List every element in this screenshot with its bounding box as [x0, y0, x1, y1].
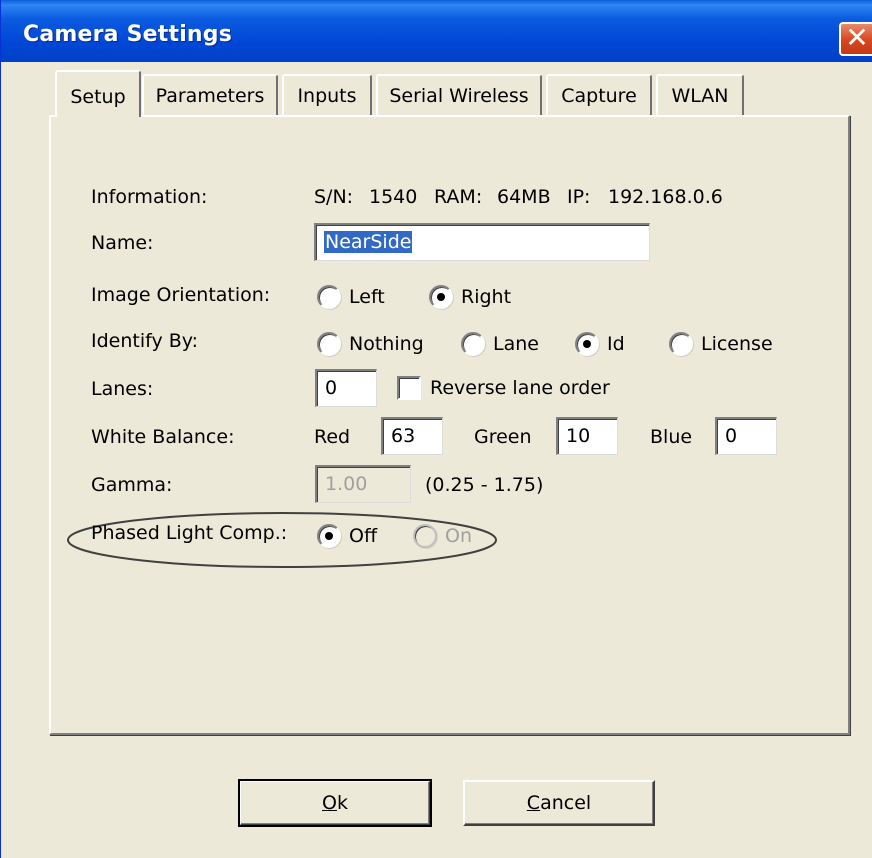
- phased-light-off-label[interactable]: Off: [349, 525, 377, 547]
- identify-lane-radio[interactable]: [461, 332, 485, 356]
- close-button[interactable]: ✕: [839, 22, 872, 56]
- gamma-input-value: 1.00: [325, 473, 368, 495]
- tab-label: Serial Wireless: [389, 85, 529, 107]
- ram-value: 64MB: [497, 186, 551, 208]
- green-label: Green: [474, 426, 532, 448]
- tab-label: Capture: [561, 85, 637, 107]
- lanes-input[interactable]: 0: [315, 369, 377, 407]
- identify-id-radio[interactable]: [575, 332, 599, 356]
- gamma-label: Gamma:: [91, 474, 173, 496]
- orientation-right-label[interactable]: Right: [461, 286, 511, 308]
- name-label: Name:: [91, 232, 154, 254]
- tab-inputs[interactable]: Inputs: [282, 74, 372, 117]
- cancel-button[interactable]: Cancel: [463, 780, 655, 826]
- ram-label: RAM:: [434, 186, 483, 208]
- lanes-input-value: 0: [325, 377, 338, 399]
- phased-light-on-radio: [413, 524, 437, 548]
- lanes-label: Lanes:: [91, 378, 154, 400]
- window-title: Camera Settings: [23, 22, 233, 47]
- orientation-left-label[interactable]: Left: [349, 286, 385, 308]
- green-input[interactable]: 10: [556, 417, 618, 455]
- phased-light-on-label: On: [445, 525, 472, 547]
- reverse-lane-order-label[interactable]: Reverse lane order: [430, 377, 610, 399]
- identify-nothing-radio[interactable]: [317, 332, 341, 356]
- tab-wlan[interactable]: WLAN: [656, 74, 744, 117]
- ok-button-label: Ok: [322, 792, 348, 814]
- camera-settings-dialog: Camera Settings ✕ Setup Parameters Input…: [0, 0, 872, 858]
- gamma-range-label: (0.25 - 1.75): [425, 474, 544, 496]
- tab-label: Inputs: [297, 85, 357, 107]
- tab-serial-wireless[interactable]: Serial Wireless: [376, 74, 542, 117]
- tab-capture[interactable]: Capture: [546, 74, 652, 117]
- red-input-value: 63: [391, 425, 416, 447]
- information-label: Information:: [91, 186, 208, 208]
- red-input[interactable]: 63: [381, 417, 443, 455]
- phased-light-off-radio[interactable]: [317, 524, 341, 548]
- phased-light-comp-label: Phased Light Comp.:: [91, 522, 288, 544]
- white-balance-label: White Balance:: [91, 426, 235, 448]
- red-label: Red: [314, 426, 351, 448]
- identify-nothing-label[interactable]: Nothing: [349, 333, 424, 355]
- tab-label: Setup: [70, 86, 126, 108]
- blue-input[interactable]: 0: [715, 417, 777, 455]
- blue-label: Blue: [650, 426, 693, 448]
- tab-label: WLAN: [671, 85, 729, 107]
- ip-value: 192.168.0.6: [608, 186, 723, 208]
- ok-button[interactable]: Ok: [238, 779, 432, 827]
- orientation-left-radio[interactable]: [317, 285, 341, 309]
- identify-id-label[interactable]: Id: [607, 333, 625, 355]
- title-bar[interactable]: Camera Settings ✕: [1, 0, 872, 62]
- name-input-value: NearSide: [324, 231, 413, 253]
- tab-setup[interactable]: Setup: [55, 70, 141, 119]
- identify-by-label: Identify By:: [91, 330, 199, 352]
- gamma-input: 1.00: [315, 465, 411, 503]
- serial-number-value: 1540: [369, 186, 418, 208]
- identify-license-label[interactable]: License: [701, 333, 773, 355]
- cancel-button-label: Cancel: [526, 792, 592, 814]
- orientation-right-radio[interactable]: [429, 285, 453, 309]
- blue-input-value: 0: [725, 425, 738, 447]
- image-orientation-label: Image Orientation:: [91, 284, 271, 306]
- tab-label: Parameters: [155, 85, 265, 107]
- identify-license-radio[interactable]: [669, 332, 693, 356]
- ip-label: IP:: [567, 186, 591, 208]
- serial-number-label: S/N:: [314, 186, 354, 208]
- reverse-lane-order-checkbox[interactable]: [397, 376, 421, 400]
- close-icon: ✕: [845, 21, 869, 54]
- name-input[interactable]: NearSide: [314, 223, 650, 261]
- green-input-value: 10: [566, 425, 591, 447]
- tab-parameters[interactable]: Parameters: [142, 74, 278, 117]
- identify-lane-label[interactable]: Lane: [493, 333, 539, 355]
